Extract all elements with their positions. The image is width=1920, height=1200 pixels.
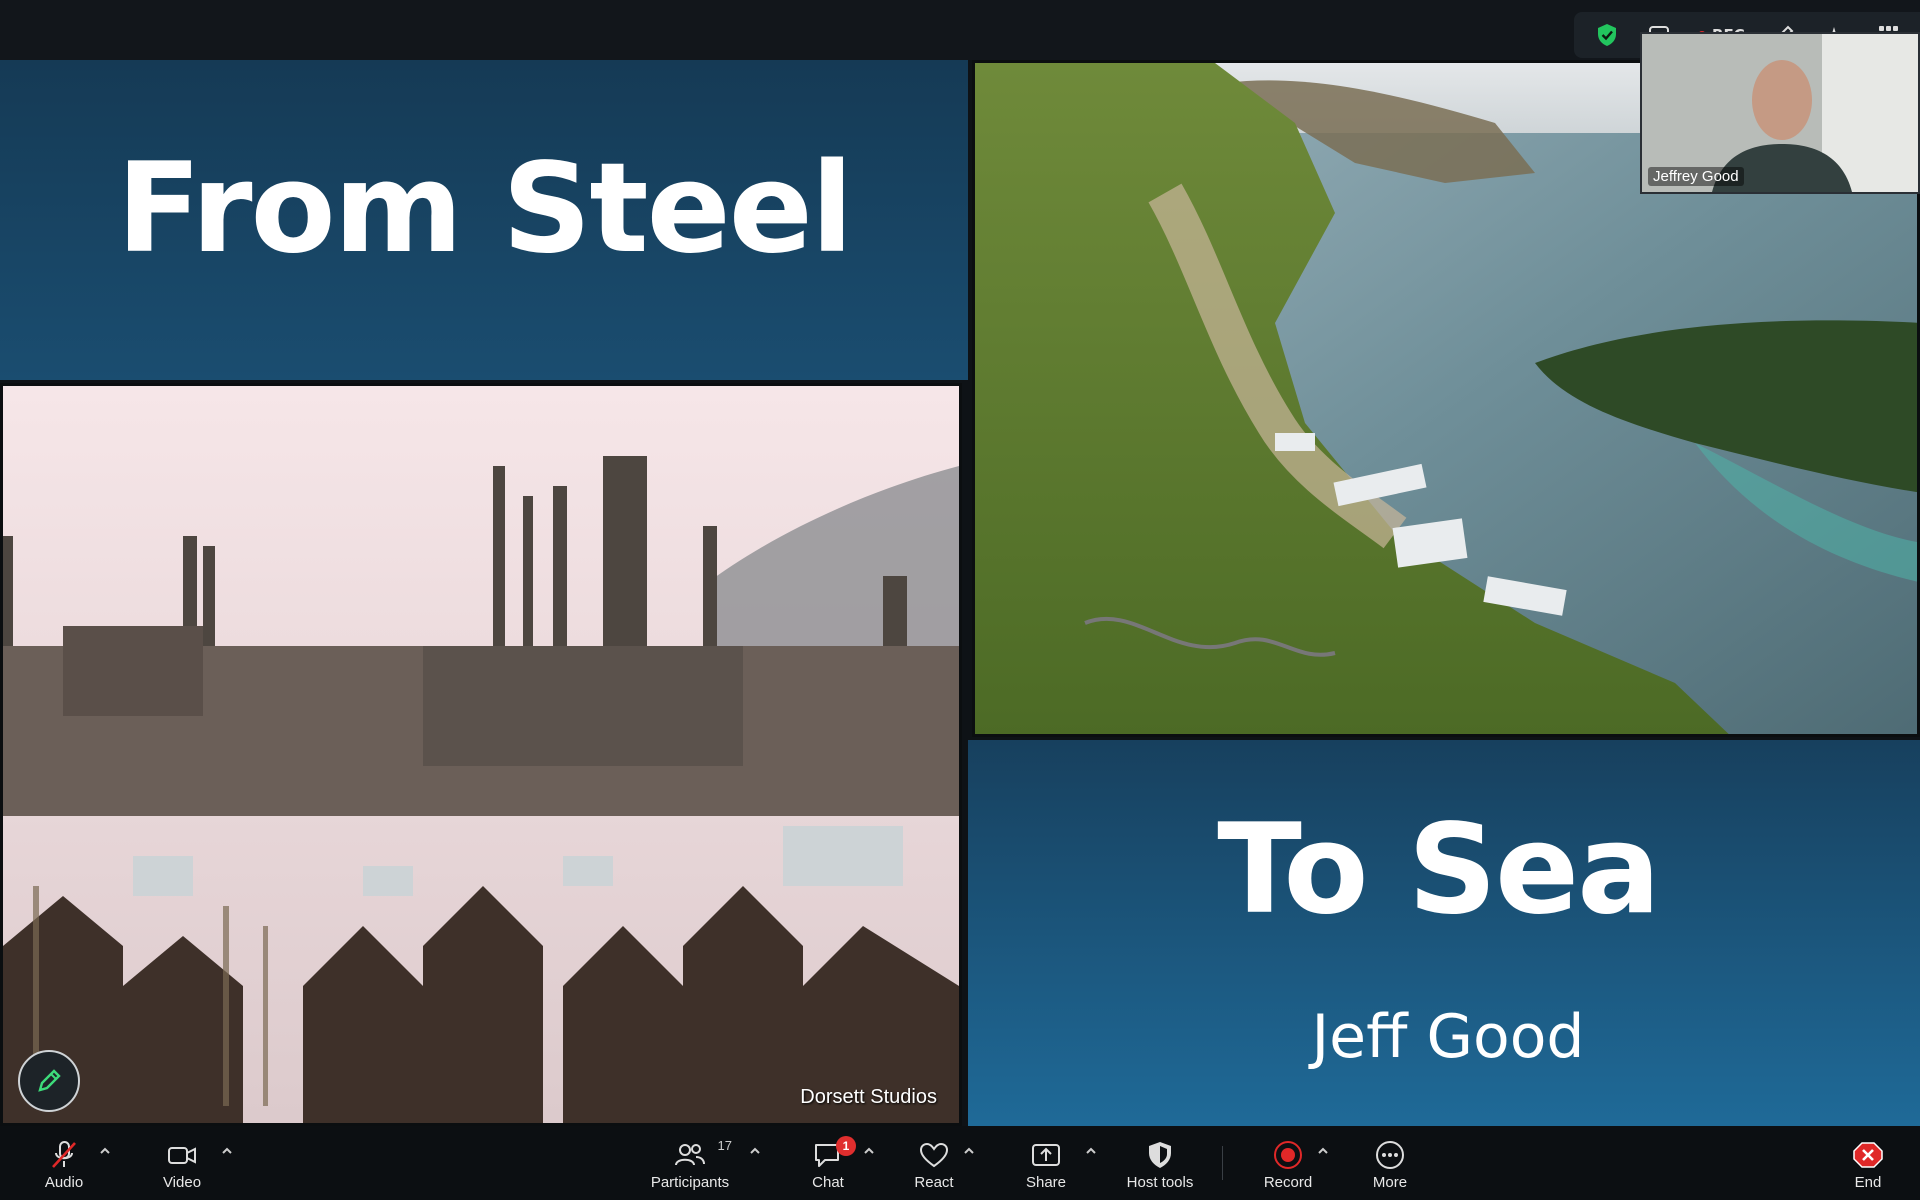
share-button[interactable]: Share: [1018, 1126, 1074, 1200]
pencil-icon: [38, 1069, 61, 1092]
record-options-chevron-icon[interactable]: [1316, 1144, 1330, 1158]
record-icon: [1272, 1140, 1304, 1170]
share-options-chevron-icon[interactable]: [1084, 1144, 1098, 1158]
end-meeting-icon: [1852, 1140, 1884, 1170]
participants-options-chevron-icon[interactable]: [748, 1144, 762, 1158]
audio-options-chevron-icon[interactable]: [98, 1144, 112, 1158]
participants-label: Participants: [650, 1174, 730, 1191]
react-button[interactable]: React: [906, 1126, 962, 1200]
chat-icon: 1: [812, 1136, 856, 1170]
mic-muted-icon: [48, 1140, 80, 1170]
annotate-button[interactable]: [18, 1050, 80, 1112]
slide-title-panel: From Steel: [0, 60, 968, 380]
meeting-toolbar: Audio Video 17 Participants 1 Chat React: [0, 1126, 1920, 1200]
host-shield-icon: [1144, 1140, 1176, 1170]
chat-label: Chat: [812, 1174, 844, 1191]
camera-icon: [166, 1140, 198, 1170]
participants-button[interactable]: 17 Participants: [646, 1126, 734, 1200]
share-label: Share: [1025, 1174, 1067, 1191]
chat-options-chevron-icon[interactable]: [862, 1144, 876, 1158]
host-tools-label: Host tools: [1126, 1174, 1194, 1191]
slide-subtitle-panel: To Sea Jeff Good: [968, 740, 1920, 1126]
record-button[interactable]: Record: [1260, 1126, 1316, 1200]
toolbar-divider: [1222, 1146, 1223, 1180]
audio-label: Audio: [44, 1174, 84, 1191]
steel-mill-illustration: [3, 386, 959, 1123]
host-tools-button[interactable]: Host tools: [1116, 1126, 1204, 1200]
video-label: Video: [162, 1174, 202, 1191]
image-watermark: Dorsett Studios: [800, 1086, 937, 1108]
more-button[interactable]: More: [1362, 1126, 1418, 1200]
self-video-tile[interactable]: Jeffrey Good: [1640, 32, 1920, 194]
more-label: More: [1372, 1174, 1408, 1191]
heart-icon: [918, 1140, 950, 1170]
react-label: React: [914, 1174, 954, 1191]
slide-author: Jeff Good: [1311, 1002, 1585, 1072]
steel-mill-image: Dorsett Studios: [0, 383, 962, 1126]
video-button[interactable]: Video: [154, 1126, 210, 1200]
participants-icon: 17: [674, 1138, 732, 1170]
chat-unread-badge: 1: [836, 1136, 856, 1156]
video-options-chevron-icon[interactable]: [220, 1144, 234, 1158]
record-label: Record: [1263, 1174, 1313, 1191]
react-options-chevron-icon[interactable]: [962, 1144, 976, 1158]
slide-title-top: From Steel: [116, 137, 854, 281]
slide-title-bottom: To Sea: [1217, 798, 1661, 942]
shared-screen: From Steel Dorsett Studios To Sea Jeff G…: [0, 60, 1920, 1126]
top-bar: REC: [0, 0, 1920, 60]
end-label: End: [1854, 1174, 1882, 1191]
encryption-shield-icon[interactable]: [1594, 22, 1620, 48]
end-button[interactable]: End: [1840, 1126, 1896, 1200]
share-screen-icon: [1030, 1140, 1062, 1170]
participants-count: 17: [717, 1138, 732, 1153]
audio-button[interactable]: Audio: [36, 1126, 92, 1200]
self-video-name: Jeffrey Good: [1648, 167, 1744, 186]
more-ellipsis-icon: [1374, 1140, 1406, 1170]
chat-button[interactable]: 1 Chat: [800, 1126, 856, 1200]
